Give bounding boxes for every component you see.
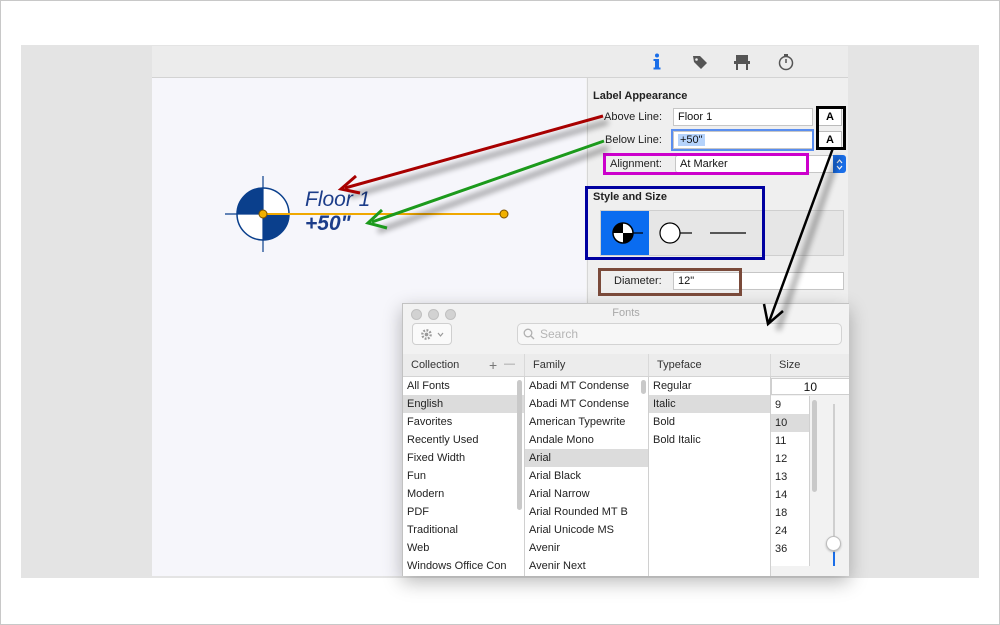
list-item[interactable]: Fun <box>403 467 524 485</box>
marker-style-picker <box>600 210 844 256</box>
list-item[interactable]: Windows Office Con <box>403 557 524 575</box>
add-collection-button[interactable]: + <box>489 357 497 373</box>
list-item[interactable]: Arial Narrow <box>525 485 648 503</box>
list-item[interactable]: Regular <box>649 377 770 395</box>
list-item[interactable]: Traditional <box>403 521 524 539</box>
chevron-down-icon <box>437 332 444 337</box>
list-item[interactable]: Arial Black <box>525 467 648 485</box>
family-scrollbar[interactable] <box>641 380 646 394</box>
typeface-header: Typeface <box>649 354 771 376</box>
list-item[interactable]: Recently Used <box>403 431 524 449</box>
collection-list[interactable]: All Fonts English Favorites Recently Use… <box>403 377 525 576</box>
list-item[interactable]: English <box>403 395 524 413</box>
typeface-header-label: Typeface <box>657 359 702 371</box>
below-line-label: Below Line: <box>605 134 662 146</box>
list-item[interactable]: All Fonts <box>403 377 524 395</box>
search-placeholder: Search <box>540 327 579 341</box>
stopwatch-icon[interactable] <box>776 52 796 72</box>
list-item[interactable]: Andale Mono <box>525 431 648 449</box>
toolbar <box>152 46 848 78</box>
list-item[interactable]: 14 <box>771 486 809 504</box>
gear-icon <box>421 328 432 340</box>
list-item[interactable]: PDF <box>403 503 524 521</box>
label-appearance-heading: Label Appearance <box>593 90 688 102</box>
style-option-circle[interactable] <box>653 211 699 255</box>
family-header: Family <box>525 354 649 376</box>
collection-header-label: Collection <box>411 359 460 371</box>
list-item[interactable]: 24 <box>771 522 809 540</box>
fonts-panel: Fonts Search Collection + — Family Typef… <box>402 303 849 576</box>
list-item[interactable]: 10 <box>771 414 809 432</box>
action-menu-button[interactable] <box>412 323 452 345</box>
size-list[interactable]: 9 10 11 12 13 14 18 24 36 <box>771 396 810 566</box>
circle-marker-icon <box>659 222 692 244</box>
quadrant-marker-icon <box>612 222 643 244</box>
list-item[interactable]: Bold Italic <box>649 431 770 449</box>
above-line-font-button[interactable]: A <box>818 108 842 126</box>
family-list[interactable]: Abadi MT Condense Abadi MT Condense Amer… <box>525 377 649 576</box>
list-item[interactable]: 13 <box>771 468 809 486</box>
list-item[interactable]: Italic <box>649 395 770 413</box>
list-item[interactable]: Web <box>403 539 524 557</box>
below-line-font-button[interactable]: A <box>818 131 842 149</box>
list-item[interactable]: Arial Rounded MT B <box>525 503 648 521</box>
list-item[interactable]: Arial Unicode MS <box>525 521 648 539</box>
list-item[interactable]: Favorites <box>403 413 524 431</box>
collection-scrollbar[interactable] <box>517 380 522 510</box>
line-marker-icon <box>710 232 746 234</box>
above-line-label: Above Line: <box>604 111 663 123</box>
remove-collection-button[interactable]: — <box>504 358 515 370</box>
alignment-label: Alignment: <box>610 158 662 170</box>
style-option-line[interactable] <box>703 211 753 255</box>
size-header: Size <box>771 354 849 376</box>
list-item[interactable]: American Typewrite <box>525 413 648 431</box>
info-icon[interactable] <box>647 52 667 72</box>
diameter-field[interactable]: 12" <box>673 272 844 290</box>
tag-icon[interactable] <box>690 52 710 72</box>
chevron-updown-icon[interactable] <box>833 155 846 173</box>
size-header-label: Size <box>779 359 801 371</box>
marker-label-below: +50" <box>305 212 351 235</box>
style-size-heading: Style and Size <box>593 191 667 203</box>
list-item[interactable]: Fixed Width <box>403 449 524 467</box>
list-item[interactable]: 36 <box>771 540 809 558</box>
size-slider-fill <box>833 552 835 566</box>
size-slider-knob[interactable] <box>826 536 841 551</box>
size-input[interactable]: 10 <box>771 378 849 395</box>
list-item[interactable]: Avenir Next <box>525 557 648 575</box>
fonts-panel-title: Fonts <box>612 307 640 319</box>
below-line-field[interactable]: +50" <box>673 131 813 149</box>
search-field[interactable]: Search <box>517 323 842 345</box>
list-item[interactable]: Arial <box>525 449 648 467</box>
family-header-label: Family <box>533 359 566 371</box>
list-item[interactable]: Bold <box>649 413 770 431</box>
list-item[interactable]: Modern <box>403 485 524 503</box>
list-item[interactable]: 12 <box>771 450 809 468</box>
chair-icon[interactable] <box>732 52 752 72</box>
style-option-quadrant[interactable] <box>601 211 649 255</box>
typeface-list[interactable]: Regular Italic Bold Bold Italic <box>649 377 771 576</box>
list-item[interactable]: Avenir <box>525 539 648 557</box>
above-line-field[interactable]: Floor 1 <box>673 108 813 126</box>
size-scrollbar[interactable] <box>812 400 817 492</box>
list-item[interactable]: 18 <box>771 504 809 522</box>
list-item[interactable]: Abadi MT Condense <box>525 395 648 413</box>
marker-label-above: Floor 1 <box>305 188 371 211</box>
list-item[interactable]: Abadi MT Condense <box>525 377 648 395</box>
list-item[interactable]: 11 <box>771 432 809 450</box>
alignment-select[interactable]: At Marker <box>675 155 845 173</box>
alignment-value: At Marker <box>680 158 728 170</box>
diameter-label: Diameter: <box>614 275 662 287</box>
below-line-selected-text: +50" <box>678 134 705 146</box>
search-icon <box>523 328 535 340</box>
list-item[interactable]: 9 <box>771 396 809 414</box>
